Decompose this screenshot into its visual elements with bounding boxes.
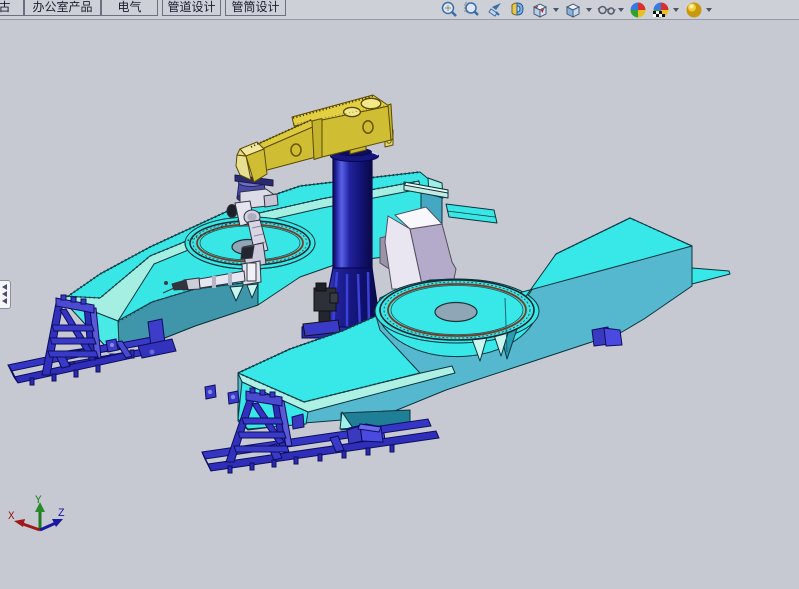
svg-text:Y: Y xyxy=(35,495,42,507)
svg-text:Z: Z xyxy=(58,508,65,520)
svg-text:X: X xyxy=(8,511,15,523)
